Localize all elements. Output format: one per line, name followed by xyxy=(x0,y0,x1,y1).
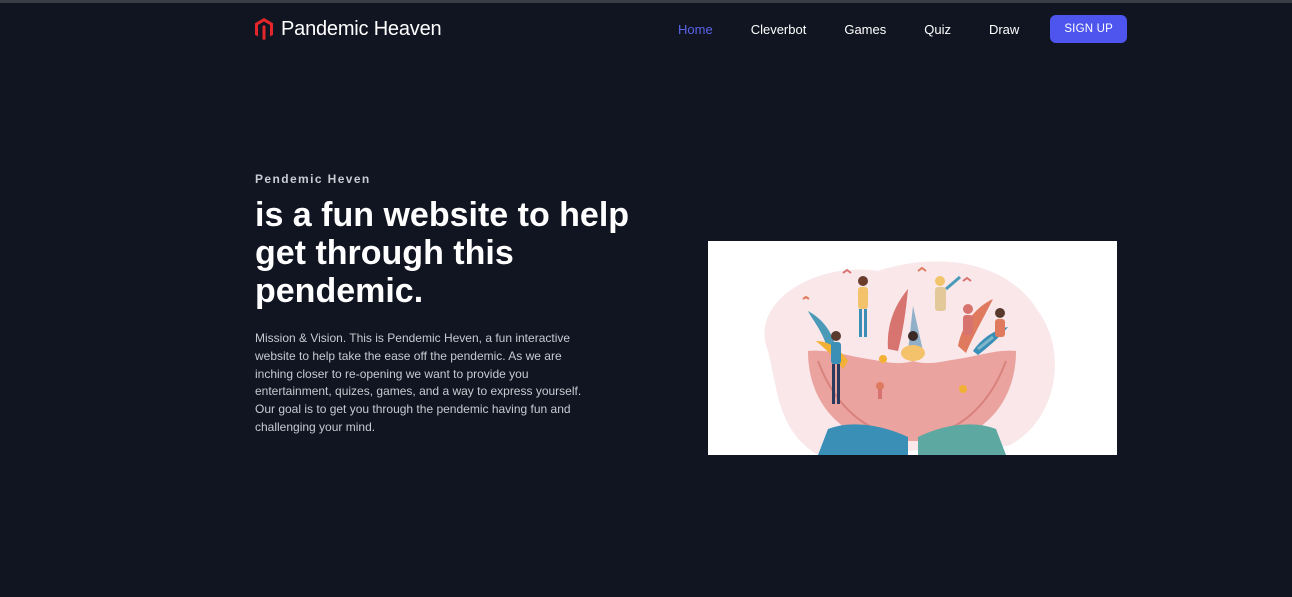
magento-logo-icon xyxy=(255,18,273,40)
nav-draw-link[interactable]: Draw xyxy=(989,22,1019,37)
site-header: Pandemic Heaven Home Cleverbot Games Qui… xyxy=(255,14,1127,44)
hero-description: Mission & Vision. This is Pendemic Heven… xyxy=(255,331,582,434)
nav-games-link[interactable]: Games xyxy=(844,22,886,37)
hero-eyebrow: Pendemic Heven xyxy=(255,172,371,186)
hero-headline: is a fun website to help get through thi… xyxy=(255,196,630,310)
hero-illustration xyxy=(708,241,1117,455)
sign-up-button[interactable]: SIGN UP xyxy=(1050,15,1127,43)
brand-name: Pandemic Heaven xyxy=(281,17,442,40)
nav-home-link[interactable]: Home xyxy=(678,22,713,37)
main-nav: Home Cleverbot Games Quiz Draw SIGN UP xyxy=(640,15,1127,43)
brand-link[interactable]: Pandemic Heaven xyxy=(255,17,442,41)
nav-cleverbot-link[interactable]: Cleverbot xyxy=(751,22,807,37)
window-top-border xyxy=(0,0,1292,3)
nav-quiz-link[interactable]: Quiz xyxy=(924,22,951,37)
hands-community-illustration xyxy=(764,261,1055,455)
